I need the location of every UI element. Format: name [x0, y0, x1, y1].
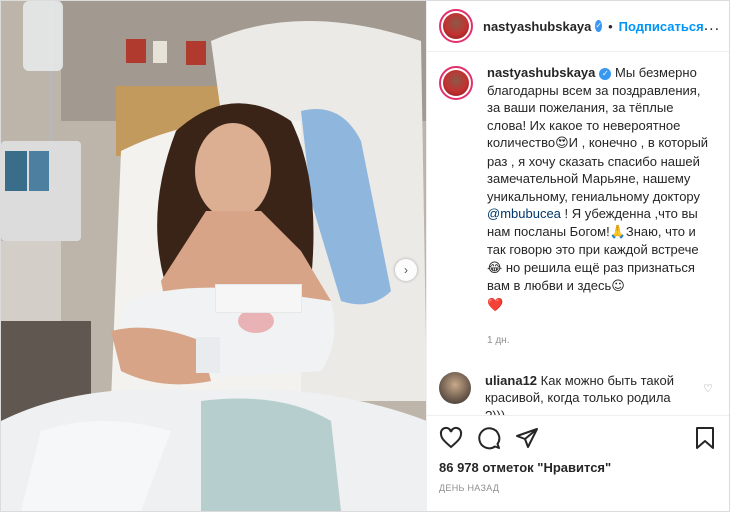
mention-link[interactable]: @mbubucea	[487, 206, 561, 221]
comment-item: uliana12 Как можно быть такой красивой, …	[439, 371, 715, 416]
actions-row	[439, 424, 717, 452]
verified-icon: ✓	[599, 67, 612, 80]
author-avatar[interactable]	[439, 9, 473, 43]
caption-age[interactable]: 1 дн.	[487, 332, 712, 350]
caption: nastyashubskaya ✓ Мы безмерно благодарны …	[439, 64, 715, 350]
commenter-avatar[interactable]	[439, 371, 471, 404]
heart-icon[interactable]	[439, 426, 463, 450]
chevron-right-icon: ›	[404, 263, 408, 277]
post-date[interactable]: ДЕНЬ НАЗАД	[439, 483, 717, 493]
comment-like-heart-icon[interactable]: ♡	[703, 382, 713, 395]
likes-count[interactable]: 86 978 отметок "Нравится"	[439, 460, 717, 475]
caption-part-5: но решила ещё раз признаться вам в любви…	[487, 259, 695, 294]
share-icon[interactable]	[515, 426, 539, 450]
next-image-button[interactable]: ›	[395, 259, 417, 281]
caption-avatar[interactable]	[439, 66, 473, 100]
actions-section: 86 978 отметок "Нравится" ДЕНЬ НАЗАД	[427, 415, 729, 511]
follow-button[interactable]: Подписаться	[619, 19, 704, 34]
laughing-emoji-icon: 😂	[487, 260, 503, 276]
comments-section: nastyashubskaya ✓ Мы безмерно благодарны …	[427, 52, 729, 415]
author-username[interactable]: nastyashubskaya	[483, 19, 591, 34]
bookmark-icon[interactable]	[693, 426, 717, 450]
censor-box	[215, 284, 302, 313]
heart-eyes-emoji-icon: 😍	[555, 136, 569, 151]
verified-icon: ✓	[595, 20, 603, 32]
separator-dot: •	[608, 18, 613, 34]
more-options-icon[interactable]: ...	[704, 17, 720, 35]
post-side-panel: nastyashubskaya ✓ • Подписаться ... nast…	[426, 1, 729, 511]
post-photo[interactable]: ›	[1, 1, 426, 511]
post-frame: › nastyashubskaya ✓ • Подписаться ... na…	[0, 0, 730, 512]
smile-emoji-icon: ☺	[611, 279, 625, 294]
comment-icon[interactable]	[477, 426, 501, 450]
praying-hands-emoji-icon: 🙏	[609, 224, 626, 240]
commenter-username[interactable]: uliana12	[485, 373, 537, 388]
post-image	[1, 1, 426, 511]
caption-username[interactable]: nastyashubskaya	[487, 65, 595, 80]
comment-text: uliana12 Как можно быть такой красивой, …	[485, 372, 685, 416]
red-heart-emoji-icon: ❤️	[487, 297, 504, 313]
caption-text: nastyashubskaya ✓ Мы безмерно благодарны …	[487, 64, 712, 350]
post-header: nastyashubskaya ✓ • Подписаться ...	[427, 1, 729, 52]
